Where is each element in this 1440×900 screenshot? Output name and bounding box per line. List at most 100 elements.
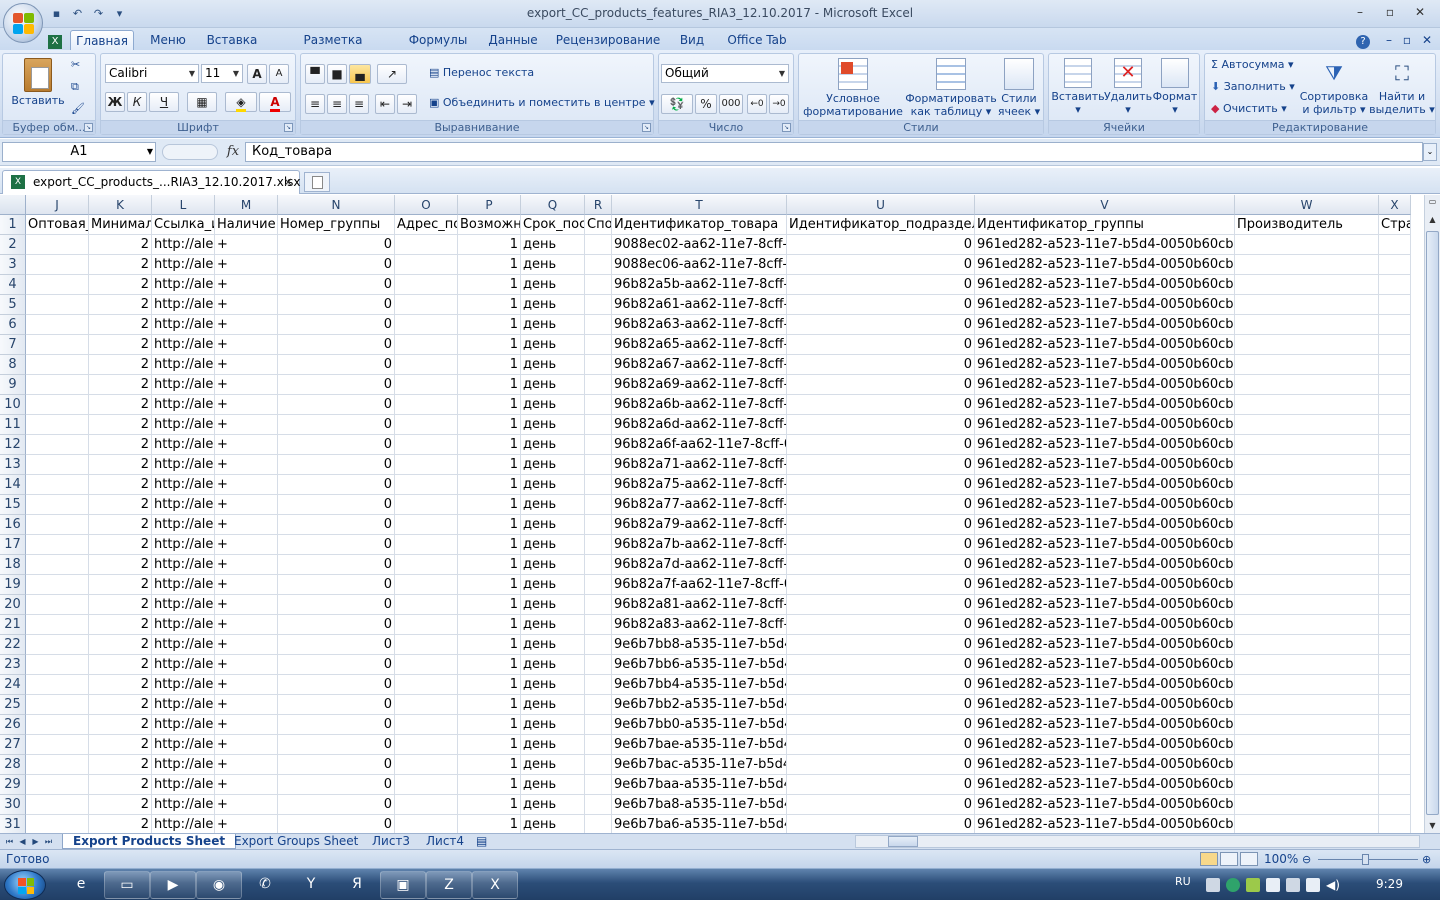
row-header[interactable]: 30 bbox=[0, 795, 26, 815]
table-cell[interactable] bbox=[395, 575, 458, 595]
table-cell[interactable] bbox=[585, 555, 612, 575]
table-cell[interactable]: 1 bbox=[458, 815, 521, 833]
table-cell[interactable] bbox=[26, 655, 89, 675]
tab-office-tab[interactable]: Office Tab bbox=[722, 30, 792, 50]
table-cell[interactable]: 0 bbox=[787, 415, 975, 435]
table-cell[interactable] bbox=[1235, 555, 1379, 575]
zoom-slider-knob[interactable] bbox=[1362, 854, 1369, 865]
table-cell[interactable]: 0 bbox=[278, 315, 395, 335]
table-cell[interactable] bbox=[1379, 475, 1411, 495]
row-header[interactable]: 21 bbox=[0, 615, 26, 635]
row-header[interactable]: 7 bbox=[0, 335, 26, 355]
first-sheet-icon[interactable]: ⏮ bbox=[4, 835, 15, 848]
filezilla-taskbar-icon[interactable]: Z bbox=[426, 871, 472, 899]
table-cell[interactable]: 0 bbox=[787, 395, 975, 415]
column-header-k[interactable]: K bbox=[89, 195, 152, 215]
office-button[interactable] bbox=[3, 3, 43, 43]
table-cell[interactable]: 0 bbox=[278, 595, 395, 615]
column-header-r[interactable]: R bbox=[585, 195, 612, 215]
align-top-icon[interactable]: ▀ bbox=[305, 64, 325, 84]
thousands-button[interactable]: 000 bbox=[719, 94, 743, 114]
row-header[interactable]: 22 bbox=[0, 635, 26, 655]
table-cell[interactable]: 1 bbox=[458, 775, 521, 795]
find-select-button[interactable]: ⛶ Найти и выделить ▾ bbox=[1369, 58, 1435, 116]
table-cell[interactable]: 0 bbox=[787, 575, 975, 595]
currency-icon[interactable]: 💱 bbox=[661, 94, 693, 114]
table-cell[interactable]: 9e6b7bb4-a535-11e7-b5d4-0 bbox=[612, 675, 787, 695]
table-cell[interactable]: 0 bbox=[787, 475, 975, 495]
tab-menu[interactable]: Меню bbox=[142, 30, 194, 50]
table-cell[interactable]: 9e6b7bac-a535-11e7-b5d4-0 bbox=[612, 755, 787, 775]
table-cell[interactable]: http://ale bbox=[152, 795, 215, 815]
table-cell[interactable]: 1 bbox=[458, 495, 521, 515]
decrease-decimal-icon[interactable]: →0 bbox=[769, 94, 789, 114]
table-cell[interactable] bbox=[1379, 395, 1411, 415]
table-cell[interactable] bbox=[1235, 755, 1379, 775]
table-cell[interactable] bbox=[585, 775, 612, 795]
table-cell[interactable]: 0 bbox=[278, 615, 395, 635]
format-cells-button[interactable]: Формат ▾ bbox=[1151, 58, 1199, 116]
table-cell[interactable]: 0 bbox=[787, 655, 975, 675]
underline-button[interactable]: Ч bbox=[149, 92, 179, 112]
cell-styles-button[interactable]: Стили ячеек ▾ bbox=[995, 58, 1043, 118]
table-cell[interactable]: 1 bbox=[458, 795, 521, 815]
row-header[interactable]: 12 bbox=[0, 435, 26, 455]
table-cell[interactable] bbox=[395, 355, 458, 375]
table-cell[interactable]: 0 bbox=[278, 275, 395, 295]
doc-tab-close-icon[interactable]: × bbox=[283, 171, 293, 193]
table-cell[interactable] bbox=[395, 555, 458, 575]
zoom-out-icon[interactable]: ⊖ bbox=[1302, 853, 1311, 866]
table-cell[interactable]: http://ale bbox=[152, 355, 215, 375]
table-cell[interactable]: http://ale bbox=[152, 555, 215, 575]
table-cell[interactable]: 2 bbox=[89, 395, 152, 415]
formula-bar-handle[interactable] bbox=[162, 144, 218, 160]
table-cell[interactable]: http://ale bbox=[152, 635, 215, 655]
column-header-x[interactable]: X bbox=[1379, 195, 1411, 215]
table-cell[interactable]: день bbox=[521, 395, 585, 415]
table-cell[interactable]: 961ed282-a523-11e7-b5d4-0050b60cba3c bbox=[975, 355, 1235, 375]
table-cell[interactable]: 961ed282-a523-11e7-b5d4-0050b60cba3c bbox=[975, 715, 1235, 735]
table-cell[interactable] bbox=[395, 335, 458, 355]
table-cell[interactable]: 2 bbox=[89, 595, 152, 615]
table-cell[interactable] bbox=[585, 475, 612, 495]
table-cell[interactable]: 961ed282-a523-11e7-b5d4-0050b60cba3c bbox=[975, 815, 1235, 833]
start-button[interactable] bbox=[4, 870, 46, 900]
table-cell[interactable]: 2 bbox=[89, 755, 152, 775]
table-cell[interactable]: день bbox=[521, 675, 585, 695]
table-cell[interactable]: 0 bbox=[278, 635, 395, 655]
table-cell[interactable] bbox=[395, 795, 458, 815]
table-cell[interactable]: 0 bbox=[278, 575, 395, 595]
number-format-select[interactable]: Общий ▼ bbox=[661, 64, 789, 83]
table-cell[interactable]: http://ale bbox=[152, 675, 215, 695]
table-cell[interactable]: + bbox=[215, 815, 278, 833]
table-cell[interactable]: + bbox=[215, 335, 278, 355]
table-cell[interactable]: http://ale bbox=[152, 435, 215, 455]
table-cell[interactable]: http://ale bbox=[152, 295, 215, 315]
zoom-in-icon[interactable]: ⊕ bbox=[1422, 853, 1431, 866]
table-cell[interactable] bbox=[1235, 335, 1379, 355]
select-all-corner[interactable] bbox=[0, 195, 26, 215]
table-cell[interactable]: 1 bbox=[458, 755, 521, 775]
table-cell[interactable]: 2 bbox=[89, 495, 152, 515]
table-cell[interactable] bbox=[1235, 315, 1379, 335]
table-cell[interactable] bbox=[1235, 415, 1379, 435]
table-cell[interactable]: http://ale bbox=[152, 755, 215, 775]
align-middle-icon[interactable]: ■ bbox=[327, 64, 347, 84]
table-cell[interactable]: 961ed282-a523-11e7-b5d4-0050b60cba3c bbox=[975, 615, 1235, 635]
table-cell[interactable] bbox=[1235, 395, 1379, 415]
table-cell[interactable]: + bbox=[215, 415, 278, 435]
table-cell[interactable]: 2 bbox=[89, 435, 152, 455]
table-cell[interactable]: 0 bbox=[278, 795, 395, 815]
decrease-indent-icon[interactable]: ⇤ bbox=[375, 94, 395, 114]
table-cell[interactable]: 1 bbox=[458, 235, 521, 255]
table-cell[interactable] bbox=[1235, 815, 1379, 833]
table-cell[interactable] bbox=[26, 395, 89, 415]
table-cell[interactable]: 0 bbox=[787, 715, 975, 735]
table-cell[interactable]: 1 bbox=[458, 615, 521, 635]
table-cell[interactable]: 9e6b7ba8-a535-11e7-b5d4-0 bbox=[612, 795, 787, 815]
table-cell[interactable]: 1 bbox=[458, 315, 521, 335]
table-cell[interactable]: 0 bbox=[278, 375, 395, 395]
taskbar-clock[interactable]: 9:29 bbox=[1376, 877, 1403, 891]
table-cell[interactable]: день bbox=[521, 755, 585, 775]
row-header[interactable]: 11 bbox=[0, 415, 26, 435]
